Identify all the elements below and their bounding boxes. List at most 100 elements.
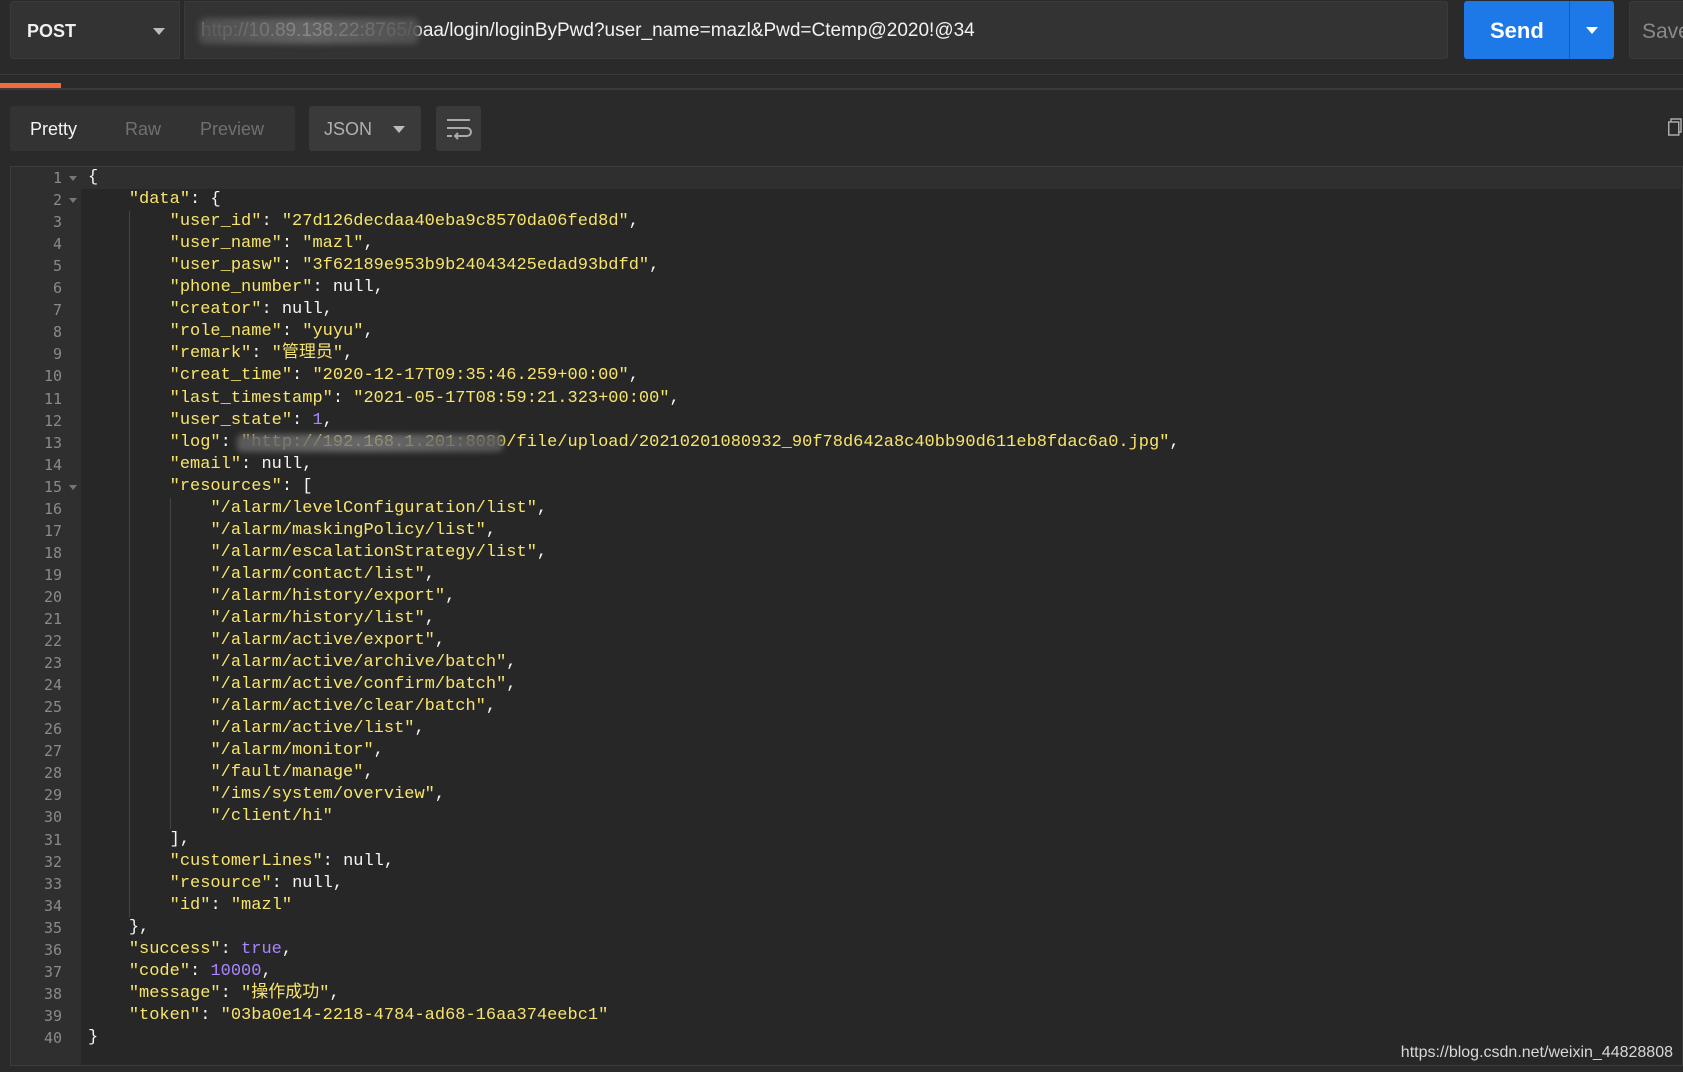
line-number: 6	[52, 279, 62, 298]
line-number: 1	[52, 169, 62, 187]
chevron-down-icon	[393, 126, 405, 133]
code-line: 31 ],	[11, 829, 1681, 851]
code-text: "/alarm/active/confirm/batch",	[210, 675, 517, 695]
redaction-blur	[237, 433, 503, 452]
indent-guide	[128, 211, 130, 917]
code-text: "remark": "管理员",	[169, 344, 354, 364]
copy-icon[interactable]	[1668, 118, 1682, 136]
line-number: 8	[52, 323, 62, 342]
line-number: 36	[43, 940, 62, 959]
line-number: 40	[43, 1028, 62, 1047]
line-number: 4	[52, 235, 62, 254]
response-view-tabs: Pretty Raw Preview	[10, 106, 295, 151]
code-line: 15 "resources": [	[11, 476, 1681, 498]
fold-toggle-icon[interactable]	[69, 484, 77, 490]
code-line: 39 "token": "03ba0e14-2218-4784-ad68-16a…	[11, 1005, 1681, 1027]
code-line: 17 "/alarm/maskingPolicy/list",	[11, 520, 1681, 542]
code-text: "/alarm/history/export",	[210, 586, 456, 606]
method-select[interactable]: POST	[10, 1, 180, 59]
code-text: "user_name": "mazl",	[169, 234, 374, 254]
code-line: 6 "phone_number": null,	[11, 277, 1681, 299]
code-line: 2 "data": {	[11, 189, 1681, 211]
code-line: 8 "role_name": "yuyu",	[11, 321, 1681, 343]
line-number: 34	[43, 896, 62, 915]
line-number: 39	[43, 1006, 62, 1025]
code-text: "message": "操作成功",	[128, 983, 340, 1003]
code-text: }	[88, 1027, 99, 1047]
code-line: 35 },	[11, 917, 1681, 939]
code-line: 12 "user_state": 1,	[11, 410, 1681, 432]
code-text: "/alarm/active/clear/batch",	[210, 697, 497, 717]
line-number: 21	[43, 610, 62, 628]
code-line: 3 "user_id": "27d126decdaa40eba9c8570da0…	[11, 211, 1681, 233]
code-text: ],	[169, 829, 191, 849]
code-line: 38 "message": "操作成功",	[11, 983, 1681, 1005]
line-number: 25	[43, 698, 62, 717]
code-line: 26 "/alarm/active/list",	[11, 718, 1681, 740]
code-text: "resource": null,	[169, 873, 344, 893]
save-label: Save	[1642, 20, 1683, 43]
code-text: "/alarm/active/export",	[210, 631, 446, 651]
code-line: 34 "id": "mazl"	[11, 895, 1681, 917]
fold-toggle-icon[interactable]	[69, 176, 77, 181]
send-options-chevron-icon[interactable]	[1586, 27, 1598, 34]
code-line: 23 "/alarm/active/archive/batch",	[11, 652, 1681, 674]
line-number: 30	[43, 808, 62, 827]
line-number: 12	[43, 411, 62, 430]
line-number: 28	[43, 764, 62, 783]
line-number: 2	[52, 191, 62, 210]
code-text: "last_timestamp": "2021-05-17T08:59:21.3…	[169, 388, 680, 408]
line-number: 3	[52, 213, 62, 232]
line-number: 32	[43, 852, 62, 871]
tab-raw[interactable]: Raw	[125, 119, 161, 140]
code-text: "/alarm/active/list",	[210, 719, 425, 739]
response-body-editor[interactable]: 1{2 "data": {3 "user_id": "27d126decdaa4…	[10, 166, 1683, 1066]
line-number: 9	[52, 345, 62, 364]
code-text: "id": "mazl"	[169, 895, 293, 915]
url-input[interactable]: http://10.89.138.22:8765/oaa/login/login…	[184, 1, 1448, 59]
line-number: 7	[52, 301, 62, 320]
code-text: "role_name": "yuyu",	[169, 322, 374, 342]
code-line: 27 "/alarm/monitor",	[11, 740, 1681, 762]
watermark: https://blog.csdn.net/weixin_44828808	[1400, 1044, 1673, 1061]
code-line: 29 "/ims/system/overview",	[11, 784, 1681, 806]
line-number: 19	[43, 565, 62, 584]
send-split-divider	[1569, 1, 1570, 59]
code-text: "/client/hi"	[210, 807, 333, 827]
code-line: 36 "success": true,	[11, 939, 1681, 961]
code-line: 5 "user_pasw": "3f62189e953b9b24043425ed…	[11, 255, 1681, 277]
wrap-lines-button[interactable]	[436, 106, 481, 151]
code-line: 21 "/alarm/history/list",	[11, 608, 1681, 630]
code-text: "customerLines": null,	[169, 851, 395, 871]
code-line: 10 "creat_time": "2020-12-17T09:35:46.25…	[11, 365, 1681, 387]
format-select[interactable]: JSON	[309, 106, 421, 151]
code-text: "/alarm/active/archive/batch",	[210, 653, 517, 673]
code-text: "token": "03ba0e14-2218-4784-ad68-16aa37…	[128, 1005, 609, 1025]
tab-preview[interactable]: Preview	[200, 119, 264, 140]
line-number: 22	[43, 632, 62, 651]
code-text: "/ims/system/overview",	[210, 785, 446, 805]
indent-guide	[169, 497, 171, 829]
code-line: 4 "user_name": "mazl",	[11, 233, 1681, 255]
save-button[interactable]: Save	[1629, 1, 1683, 59]
line-number: 18	[43, 543, 62, 562]
code-text: "/alarm/monitor",	[210, 741, 384, 761]
code-text: "phone_number": null,	[169, 278, 384, 298]
send-button[interactable]: Send	[1464, 1, 1614, 59]
code-text: "/alarm/history/list",	[210, 609, 435, 628]
code-text: "creator": null,	[169, 300, 333, 320]
line-number: 16	[43, 499, 62, 518]
wrap-lines-icon	[447, 119, 472, 140]
chevron-down-icon	[153, 28, 165, 35]
code-line: 37 "code": 10000,	[11, 961, 1681, 983]
code-line: 9 "remark": "管理员",	[11, 343, 1681, 365]
line-number: 20	[43, 587, 62, 606]
line-number: 17	[43, 521, 62, 540]
line-number: 14	[43, 455, 62, 474]
code-line: 13 "log": "http://192.168.1.201:8080/fil…	[11, 432, 1681, 454]
tab-pretty[interactable]: Pretty	[30, 119, 77, 140]
format-label: JSON	[324, 119, 373, 139]
code-line: 18 "/alarm/escalationStrategy/list",	[11, 542, 1681, 564]
fold-toggle-icon[interactable]	[69, 198, 77, 204]
code-text: "/fault/manage",	[210, 763, 374, 783]
